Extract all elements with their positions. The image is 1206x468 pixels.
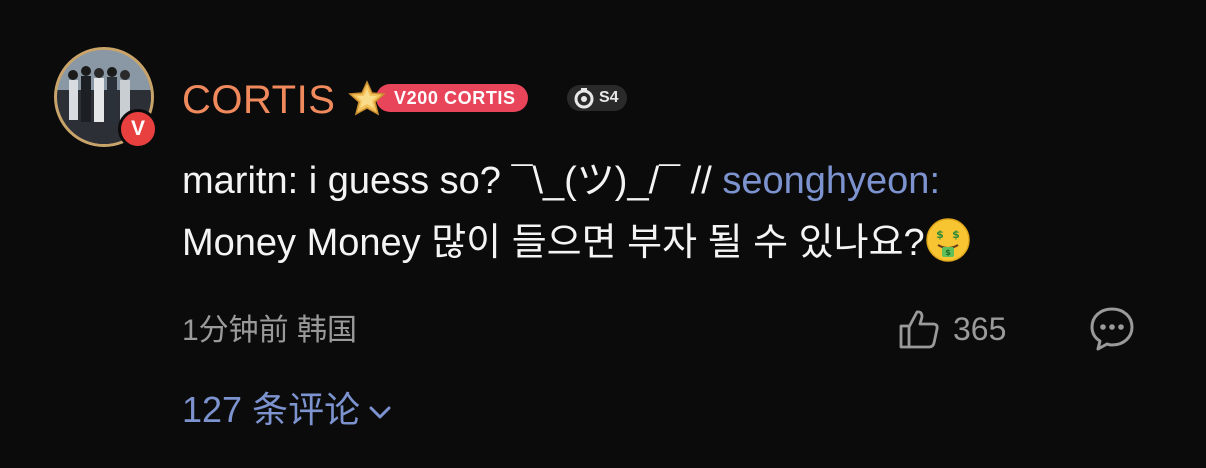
- svg-text:$: $: [952, 228, 960, 241]
- view-replies-button[interactable]: 127 条评论: [182, 388, 394, 432]
- replies-count-label: 127 条评论: [182, 389, 361, 430]
- like-count: 365: [953, 310, 1007, 347]
- money-mouth-face-icon: $ $ $: [925, 218, 970, 262]
- season-badge[interactable]: S4: [567, 85, 627, 111]
- thumbs-up-icon: [899, 310, 939, 349]
- level-badge-label: V200 CORTIS: [376, 84, 528, 112]
- chevron-down-icon: [369, 406, 391, 419]
- comment-meta: 1分钟前 韩国: [182, 314, 358, 347]
- comment-card: V CORTIS V200 CORTIS S4 maritn: i guess …: [0, 0, 1206, 468]
- reply-icon[interactable]: [1088, 305, 1136, 353]
- verified-icon: V: [118, 109, 158, 149]
- comment-text-part1: maritn: i guess so? ¯\_(ツ)_/¯ //: [182, 160, 723, 202]
- avatar[interactable]: V: [54, 47, 158, 149]
- season-badge-label: S4: [599, 89, 619, 106]
- comment-text-part2: Money Money 많이 들으면 부자 될 수 있나요?: [182, 222, 925, 264]
- star-icon: [348, 80, 386, 116]
- svg-text:$: $: [945, 248, 951, 257]
- svg-text:$: $: [936, 228, 944, 241]
- like-button[interactable]: 365: [895, 305, 1006, 353]
- username[interactable]: CORTIS: [182, 78, 335, 122]
- comment-body: maritn: i guess so? ¯\_(ツ)_/¯ // seonghy…: [182, 150, 1142, 274]
- medal-icon: [574, 88, 594, 109]
- mention-link[interactable]: seonghyeon:: [722, 160, 940, 202]
